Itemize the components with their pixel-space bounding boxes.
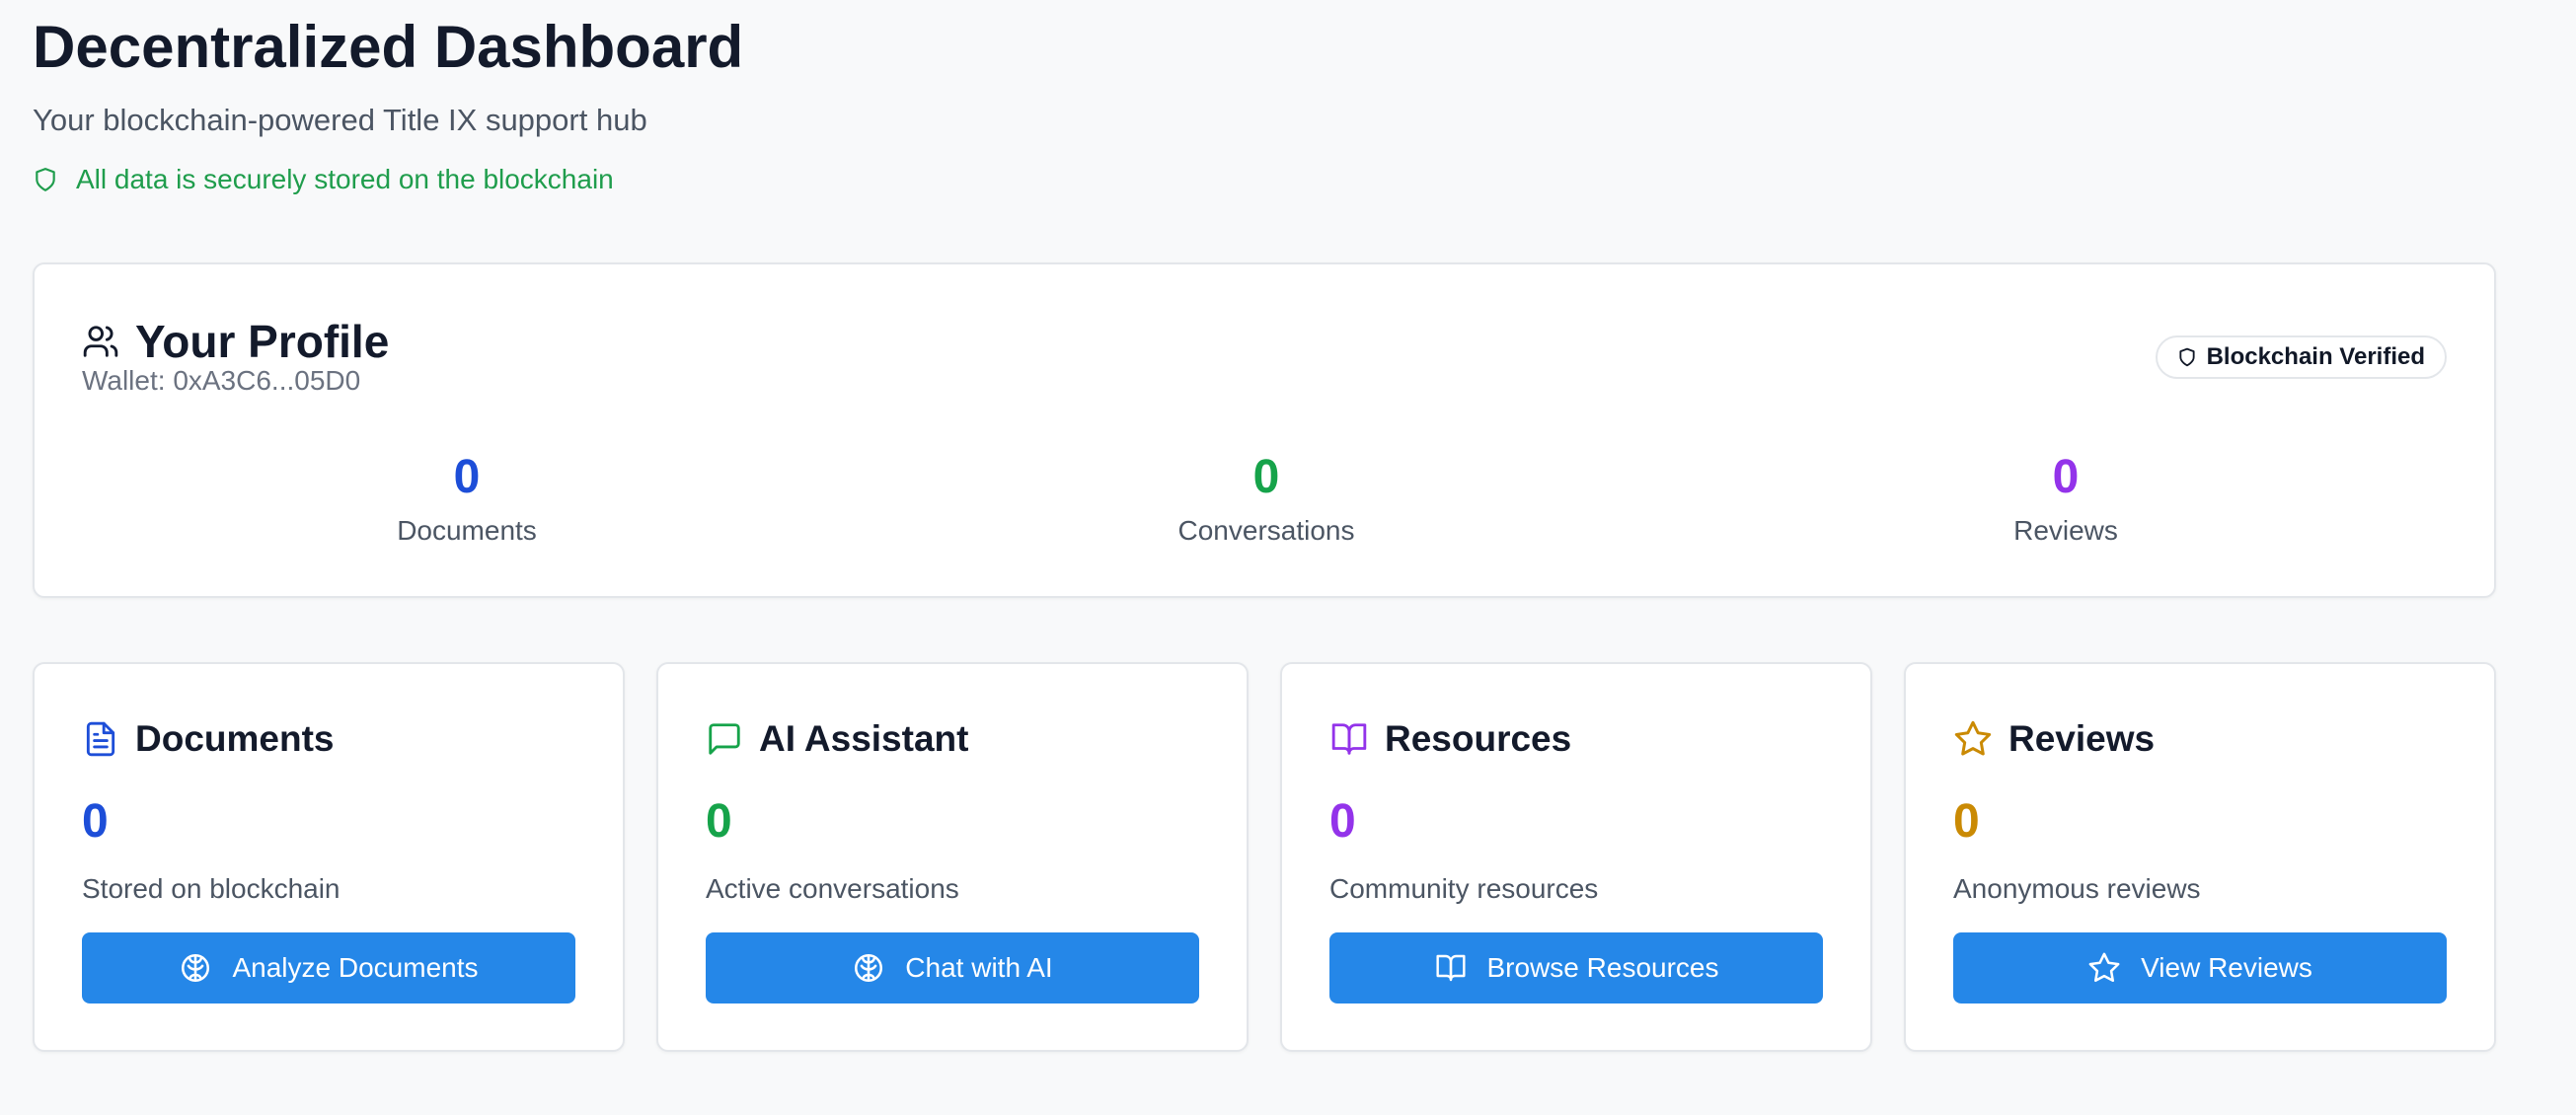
stat-label: Conversations [1177, 515, 1355, 546]
shield-icon [2177, 346, 2197, 368]
card-description: Active conversations [706, 873, 959, 904]
book-open-icon [1434, 952, 1468, 984]
secure-storage-note: All data is securely stored on the block… [33, 160, 614, 199]
analyze-documents-button[interactable]: Analyze Documents [82, 932, 575, 1004]
button-label: Analyze Documents [232, 952, 479, 983]
card-count: 0 [706, 795, 732, 848]
stat-reviews: 0 Reviews [1868, 448, 2263, 549]
stat-value: 0 [1252, 451, 1280, 503]
stat-conversations: 0 Conversations [1069, 448, 1464, 549]
wallet-address: Wallet: 0xA3C6...05D0 [82, 365, 361, 396]
star-icon [1953, 719, 1993, 759]
blockchain-verified-badge: Blockchain Verified [2155, 335, 2447, 379]
stat-documents: 0 Documents [269, 448, 664, 549]
ai-assistant-card: AI Assistant 0 Active conversations Chat… [656, 662, 1249, 1052]
badge-label: Blockchain Verified [2206, 343, 2425, 370]
view-reviews-button[interactable]: View Reviews [1953, 932, 2447, 1004]
page-subtitle: Your blockchain-powered Title IX support… [33, 103, 647, 137]
chat-with-ai-button[interactable]: Chat with AI [706, 932, 1199, 1004]
resources-card: Resources 0 Community resources Browse R… [1280, 662, 1872, 1052]
stat-value: 0 [453, 451, 481, 503]
users-icon [82, 323, 119, 360]
card-title: Resources [1385, 718, 1572, 759]
stat-label: Documents [397, 515, 537, 546]
card-header: AI Assistant [706, 715, 968, 763]
button-label: Browse Resources [1486, 952, 1719, 983]
page-title: Decentralized Dashboard [33, 14, 744, 80]
message-square-icon [706, 720, 743, 758]
card-title: Documents [135, 718, 335, 759]
shield-icon [33, 165, 58, 194]
card-header: Resources [1329, 715, 1571, 763]
card-count: 0 [1329, 795, 1356, 848]
card-header: Documents [82, 715, 334, 763]
card-description: Community resources [1329, 873, 1599, 904]
card-count: 0 [1953, 795, 1980, 848]
card-title: Reviews [2008, 718, 2156, 759]
browse-resources-button[interactable]: Browse Resources [1329, 932, 1823, 1004]
brain-icon [852, 951, 885, 985]
documents-card: Documents 0 Stored on blockchain Analyze… [33, 662, 625, 1052]
stat-value: 0 [2052, 451, 2080, 503]
card-header: Reviews [1953, 715, 2155, 763]
button-label: Chat with AI [905, 952, 1053, 983]
secure-storage-text: All data is securely stored on the block… [76, 164, 614, 194]
card-count: 0 [82, 795, 109, 848]
book-open-icon [1329, 720, 1369, 758]
profile-header: Your Profile [82, 314, 389, 369]
stat-label: Reviews [2013, 515, 2118, 546]
reviews-card: Reviews 0 Anonymous reviews View Reviews [1904, 662, 2496, 1052]
card-description: Anonymous reviews [1953, 873, 2201, 904]
card-description: Stored on blockchain [82, 873, 341, 904]
brain-icon [179, 951, 212, 985]
file-text-icon [82, 719, 119, 759]
profile-card: Your Profile Wallet: 0xA3C6...05D0 Block… [33, 262, 2496, 598]
button-label: View Reviews [2141, 952, 2312, 983]
star-icon [2087, 951, 2121, 985]
card-title: AI Assistant [759, 718, 969, 759]
profile-title: Your Profile [135, 316, 390, 367]
